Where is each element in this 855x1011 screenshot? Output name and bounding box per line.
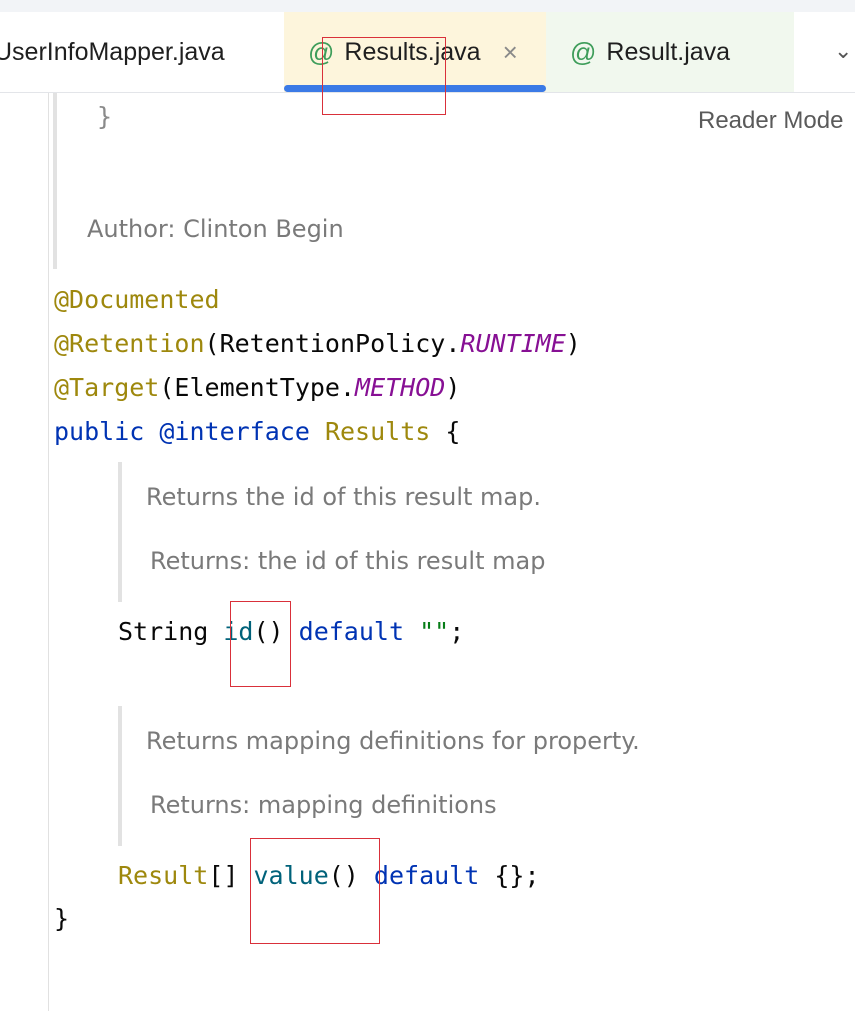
constant-token: METHOD (355, 373, 446, 402)
code-token: ) (565, 329, 581, 358)
annotation-type-icon: @ (570, 36, 597, 67)
code-line-id: String id() default ""; (118, 617, 464, 646)
tab-label: Results.java (344, 37, 481, 66)
code-line-value: Result[] value() default {}; (118, 861, 540, 890)
code-token: ) (445, 373, 461, 402)
tab-results-java[interactable]: @ Results.java × (284, 12, 546, 92)
code-brace: } (97, 102, 113, 131)
code-token: { (445, 417, 461, 446)
chevron-down-icon[interactable]: ⌄ (834, 38, 852, 64)
code-token: ; (449, 617, 465, 646)
method-name-value[interactable]: value (253, 861, 328, 890)
keyword-token: @interface (159, 417, 310, 446)
method-name-id[interactable]: id (223, 617, 253, 646)
code-line-declaration: public @interface Results { (54, 417, 460, 446)
editor-gutter-divider (48, 93, 49, 1011)
type-token: String (118, 617, 209, 646)
type-name-token: Result (118, 861, 209, 890)
annotation-type-icon: @ (308, 36, 335, 67)
doc-comment-bar (118, 462, 122, 602)
code-line-documented: @Documented (54, 285, 220, 314)
doc-value-summary: Returns mapping definitions for property… (146, 727, 640, 755)
doc-id-returns: Returns: the id of this result map (150, 547, 546, 575)
doc-value-returns: Returns: mapping definitions (150, 791, 497, 819)
keyword-token: public (54, 417, 145, 446)
active-tab-indicator (284, 85, 546, 92)
doc-id-summary: Returns the id of this result map. (146, 483, 541, 511)
code-token: (ElementType. (159, 373, 356, 402)
close-icon[interactable]: × (503, 37, 518, 68)
annotation-token: @Target (54, 373, 160, 402)
editor-window: UserInfoMapper.java @ Results.java × @ R… (0, 0, 855, 1011)
reader-mode-button[interactable]: Reader Mode (698, 107, 843, 135)
annotation-token: @Documented (54, 285, 220, 314)
code-token: () (328, 861, 359, 890)
string-token: "" (419, 617, 450, 646)
code-token: () (253, 617, 284, 646)
editor-tab-bar: UserInfoMapper.java @ Results.java × @ R… (0, 12, 855, 93)
keyword-token: default (373, 861, 480, 890)
code-token: ; (524, 861, 540, 890)
code-token: (RetentionPolicy. (204, 329, 461, 358)
code-brace: } (54, 904, 70, 933)
constant-token: RUNTIME (460, 329, 566, 358)
doc-comment-bar (53, 93, 57, 269)
annotation-token: @Retention (54, 329, 205, 358)
type-name-token: Results (324, 417, 431, 446)
code-line-target: @Target(ElementType.METHOD) (54, 373, 460, 402)
tab-userinfomapper-java[interactable]: UserInfoMapper.java (0, 12, 225, 92)
code-line-retention: @Retention(RetentionPolicy.RUNTIME) (54, 329, 581, 358)
code-token: {} (494, 861, 525, 890)
doc-author: Author: Clinton Begin (87, 215, 344, 243)
keyword-token: default (298, 617, 405, 646)
code-token: [] (208, 861, 239, 890)
tab-label: UserInfoMapper.java (0, 37, 225, 66)
highlight-box-value-method (250, 838, 380, 944)
tab-result-java[interactable]: @ Result.java (546, 12, 794, 92)
doc-comment-bar (118, 706, 122, 846)
tab-label: Result.java (606, 37, 731, 66)
